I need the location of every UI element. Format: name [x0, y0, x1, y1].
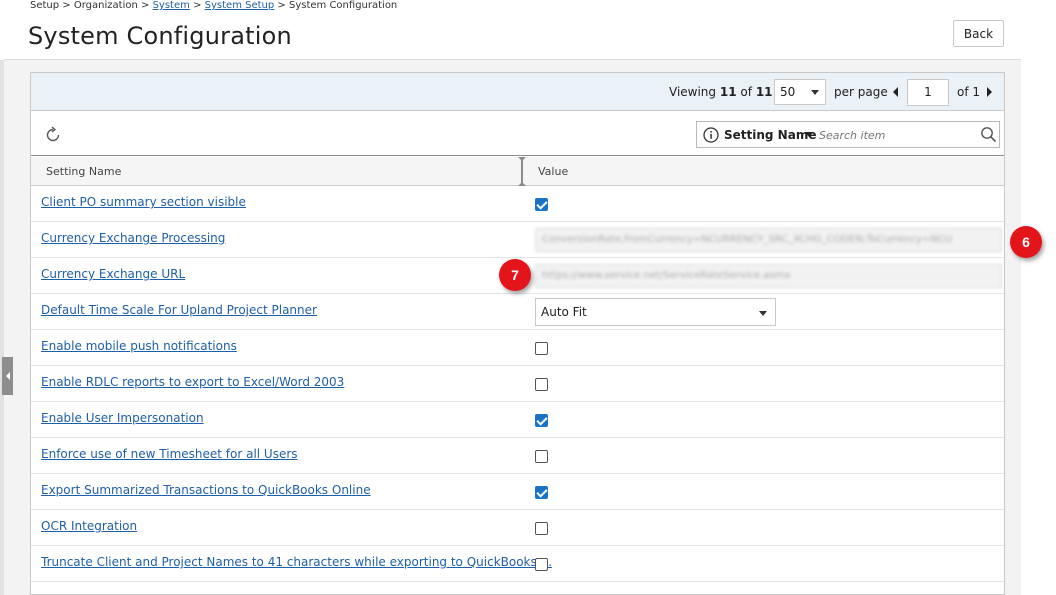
chevron-down-icon	[811, 90, 819, 95]
collapse-arrow-icon	[5, 372, 10, 380]
setting-link[interactable]: Truncate Client and Project Names to 41 …	[41, 555, 552, 569]
grid-toolbar: Setting Name	[31, 112, 1004, 156]
setting-checkbox[interactable]	[535, 414, 548, 427]
table-row: Enable mobile push notifications	[31, 330, 1004, 366]
setting-link[interactable]: Enforce use of new Timesheet for all Use…	[41, 447, 298, 461]
search-icon[interactable]	[980, 126, 997, 143]
refresh-icon[interactable]	[43, 125, 63, 145]
sidebar-collapse-handle[interactable]	[2, 357, 13, 395]
sidebar-edge	[0, 60, 4, 595]
table-row: OCR Integration	[31, 510, 1004, 546]
page-size-select[interactable]: 50	[774, 79, 826, 105]
breadcrumb-separator: >	[141, 0, 150, 11]
page-number-input[interactable]: 1	[907, 79, 949, 106]
search-input[interactable]	[819, 126, 969, 144]
breadcrumb-system-setup-link[interactable]: System Setup	[205, 0, 275, 11]
setting-link[interactable]: Export Summarized Transactions to QuickB…	[41, 483, 371, 497]
per-page-label: per page	[834, 85, 888, 99]
settings-grid: Viewing 11 of 11 50 per page 1 of 1 Sett…	[30, 72, 1005, 595]
breadcrumb-current: System Configuration	[288, 0, 398, 11]
column-header-row: Setting Name Value	[31, 157, 1004, 186]
setting-checkbox[interactable]	[535, 522, 548, 535]
callout-badge-6: 6	[1010, 226, 1042, 258]
viewing-summary: Viewing 11 of 11	[669, 85, 773, 99]
callout-badge-7: 7	[499, 259, 531, 291]
time-scale-select[interactable]: Auto Fit	[535, 298, 776, 326]
table-row: Enable User Impersonation	[31, 402, 1004, 438]
breadcrumb-system-link[interactable]: System	[153, 0, 190, 11]
table-row: Export Summarized Transactions to QuickB…	[31, 474, 1004, 510]
table-row: Enforce use of new Timesheet for all Use…	[31, 438, 1004, 474]
search-field-dropdown-icon[interactable]	[805, 132, 813, 137]
next-page-icon[interactable]	[987, 87, 992, 97]
search-field-label[interactable]: Setting Name	[724, 128, 816, 142]
setting-checkbox[interactable]	[535, 198, 548, 211]
breadcrumb-separator: >	[193, 0, 202, 11]
setting-link[interactable]: Default Time Scale For Upland Project Pl…	[41, 303, 317, 317]
setting-checkbox[interactable]	[535, 450, 548, 463]
previous-page-icon[interactable]	[893, 87, 898, 97]
viewing-of-label: of	[740, 85, 752, 99]
page-total-label: of 1	[957, 85, 981, 99]
breadcrumb-separator: >	[62, 0, 71, 11]
breadcrumb-organization: Organization	[73, 0, 138, 11]
info-icon[interactable]	[703, 127, 719, 143]
setting-link[interactable]: Currency Exchange URL	[41, 267, 185, 281]
setting-checkbox[interactable]	[535, 378, 548, 391]
breadcrumb-separator: >	[277, 0, 286, 11]
setting-text-field[interactable]: ConversionRate;fromCurrency=NCURRENCY_SR…	[535, 228, 1002, 252]
breadcrumb-setup: Setup	[30, 0, 60, 11]
pager-bar: Viewing 11 of 11 50 per page 1 of 1	[31, 73, 1004, 111]
setting-link[interactable]: Currency Exchange Processing	[41, 231, 225, 245]
table-row: Truncate Client and Project Names to 41 …	[31, 546, 1004, 582]
breadcrumb: Setup > Organization > System > System S…	[30, 0, 397, 12]
table-row: Currency Exchange Processing ConversionR…	[31, 222, 1004, 258]
setting-checkbox[interactable]	[535, 558, 548, 571]
setting-text-field[interactable]: https://www.service.net/ServiceRateServi…	[535, 264, 1002, 288]
column-header-value[interactable]: Value	[538, 165, 568, 178]
setting-link[interactable]: Enable mobile push notifications	[41, 339, 237, 353]
page-size-value: 50	[780, 85, 796, 99]
page-title: System Configuration	[28, 22, 292, 50]
setting-link[interactable]: Enable User Impersonation	[41, 411, 204, 425]
table-row: Enable RDLC reports to export to Excel/W…	[31, 366, 1004, 402]
setting-link[interactable]: Client PO summary section visible	[41, 195, 246, 209]
table-row: Client PO summary section visible	[31, 186, 1004, 222]
viewing-total: 11	[755, 85, 773, 99]
column-resize-handle[interactable]	[518, 157, 526, 186]
setting-link[interactable]: Enable RDLC reports to export to Excel/W…	[41, 375, 344, 389]
time-scale-value: Auto Fit	[541, 305, 587, 319]
chevron-down-icon	[759, 311, 767, 316]
column-header-setting-name[interactable]: Setting Name	[46, 165, 121, 178]
settings-rows: Client PO summary section visible Curren…	[31, 186, 1004, 582]
table-row: Default Time Scale For Upland Project Pl…	[31, 294, 1004, 330]
setting-checkbox[interactable]	[535, 486, 548, 499]
viewing-count: 11	[719, 85, 737, 99]
setting-link[interactable]: OCR Integration	[41, 519, 137, 533]
back-button[interactable]: Back	[953, 20, 1004, 47]
viewing-label: Viewing	[669, 85, 717, 99]
setting-checkbox[interactable]	[535, 342, 548, 355]
search-box: Setting Name	[696, 121, 1000, 148]
